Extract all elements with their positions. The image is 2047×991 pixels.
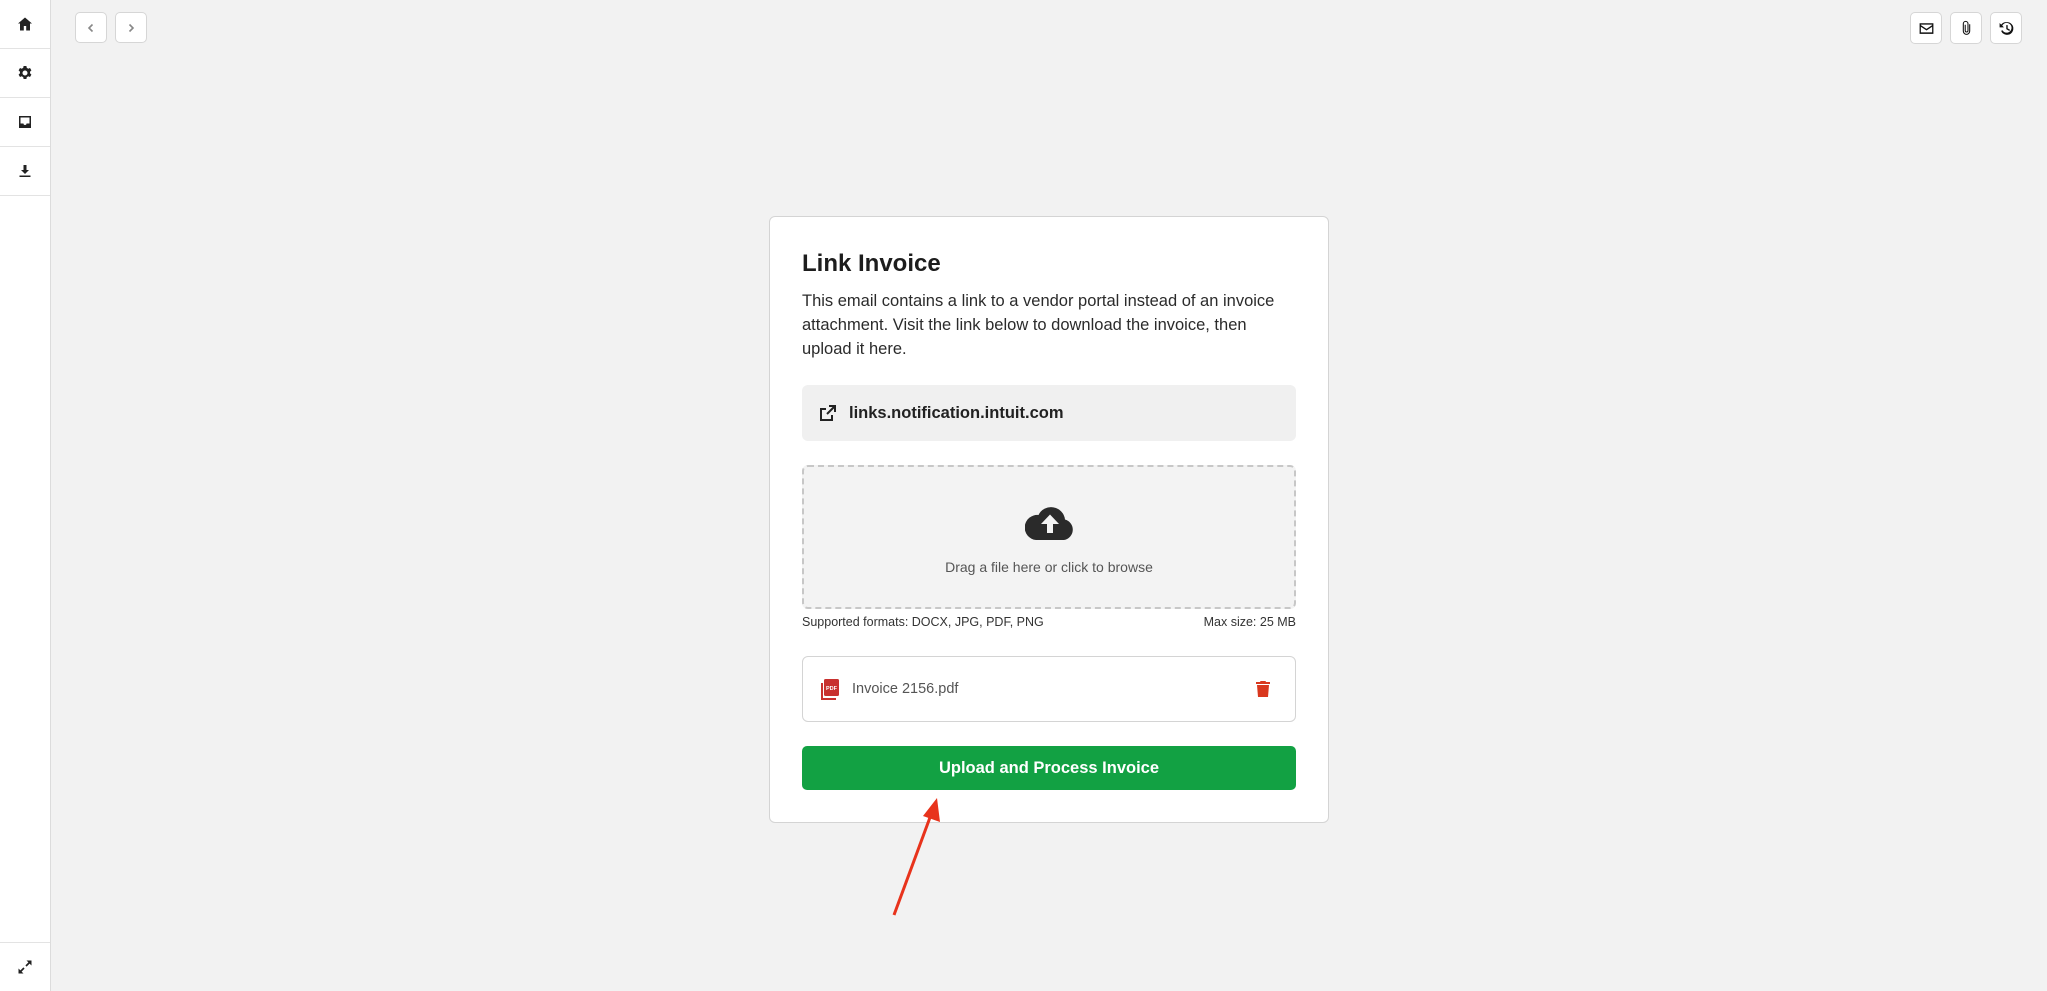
file-dropzone[interactable]: Drag a file here or click to browse — [802, 465, 1296, 609]
home-icon — [18, 17, 32, 31]
sidebar-item-inbox[interactable] — [0, 98, 50, 147]
inbox-icon — [19, 116, 31, 128]
back-button[interactable] — [75, 12, 107, 43]
attachments-button[interactable] — [1950, 12, 1982, 44]
download-icon — [19, 165, 31, 177]
chevron-left-icon — [87, 23, 94, 32]
file-name: Invoice 2156.pdf — [852, 681, 959, 697]
sidebar-item-settings[interactable] — [0, 49, 50, 98]
sidebar — [0, 0, 51, 991]
history-button[interactable] — [1990, 12, 2022, 44]
external-link-icon — [820, 405, 836, 421]
annotation-arrow — [892, 798, 940, 916]
pdf-file-icon: PDF — [821, 679, 839, 700]
forward-button[interactable] — [115, 12, 147, 43]
paperclip-icon — [1962, 20, 1970, 35]
cloud-upload-icon — [1025, 507, 1073, 540]
gear-icon — [18, 66, 32, 79]
mail-icon — [1919, 22, 1933, 34]
sidebar-item-download[interactable] — [0, 147, 50, 196]
vendor-portal-link[interactable]: links.notification.intuit.com — [802, 385, 1296, 441]
sidebar-expand-button[interactable] — [0, 942, 50, 991]
history-icon — [1999, 21, 2013, 35]
chevron-right-icon — [128, 23, 135, 32]
uploaded-file-row: PDF Invoice 2156.pdf — [802, 656, 1296, 722]
sidebar-item-home[interactable] — [0, 0, 50, 49]
svg-text:PDF: PDF — [826, 686, 838, 692]
delete-file-button[interactable] — [1253, 679, 1273, 699]
supported-formats: Supported formats: DOCX, JPG, PDF, PNG — [802, 615, 1044, 629]
max-size: Max size: 25 MB — [1203, 615, 1296, 629]
email-button[interactable] — [1910, 12, 1942, 44]
card-title: Link Invoice — [802, 250, 941, 277]
trash-icon — [1256, 681, 1270, 697]
vendor-portal-link-text: links.notification.intuit.com — [849, 403, 1064, 422]
upload-process-button[interactable]: Upload and Process Invoice — [802, 746, 1296, 790]
link-invoice-card: Link Invoice This email contains a link … — [769, 216, 1329, 823]
dropzone-text: Drag a file here or click to browse — [945, 559, 1153, 575]
card-description: This email contains a link to a vendor p… — [802, 292, 1275, 358]
expand-icon — [18, 960, 32, 974]
